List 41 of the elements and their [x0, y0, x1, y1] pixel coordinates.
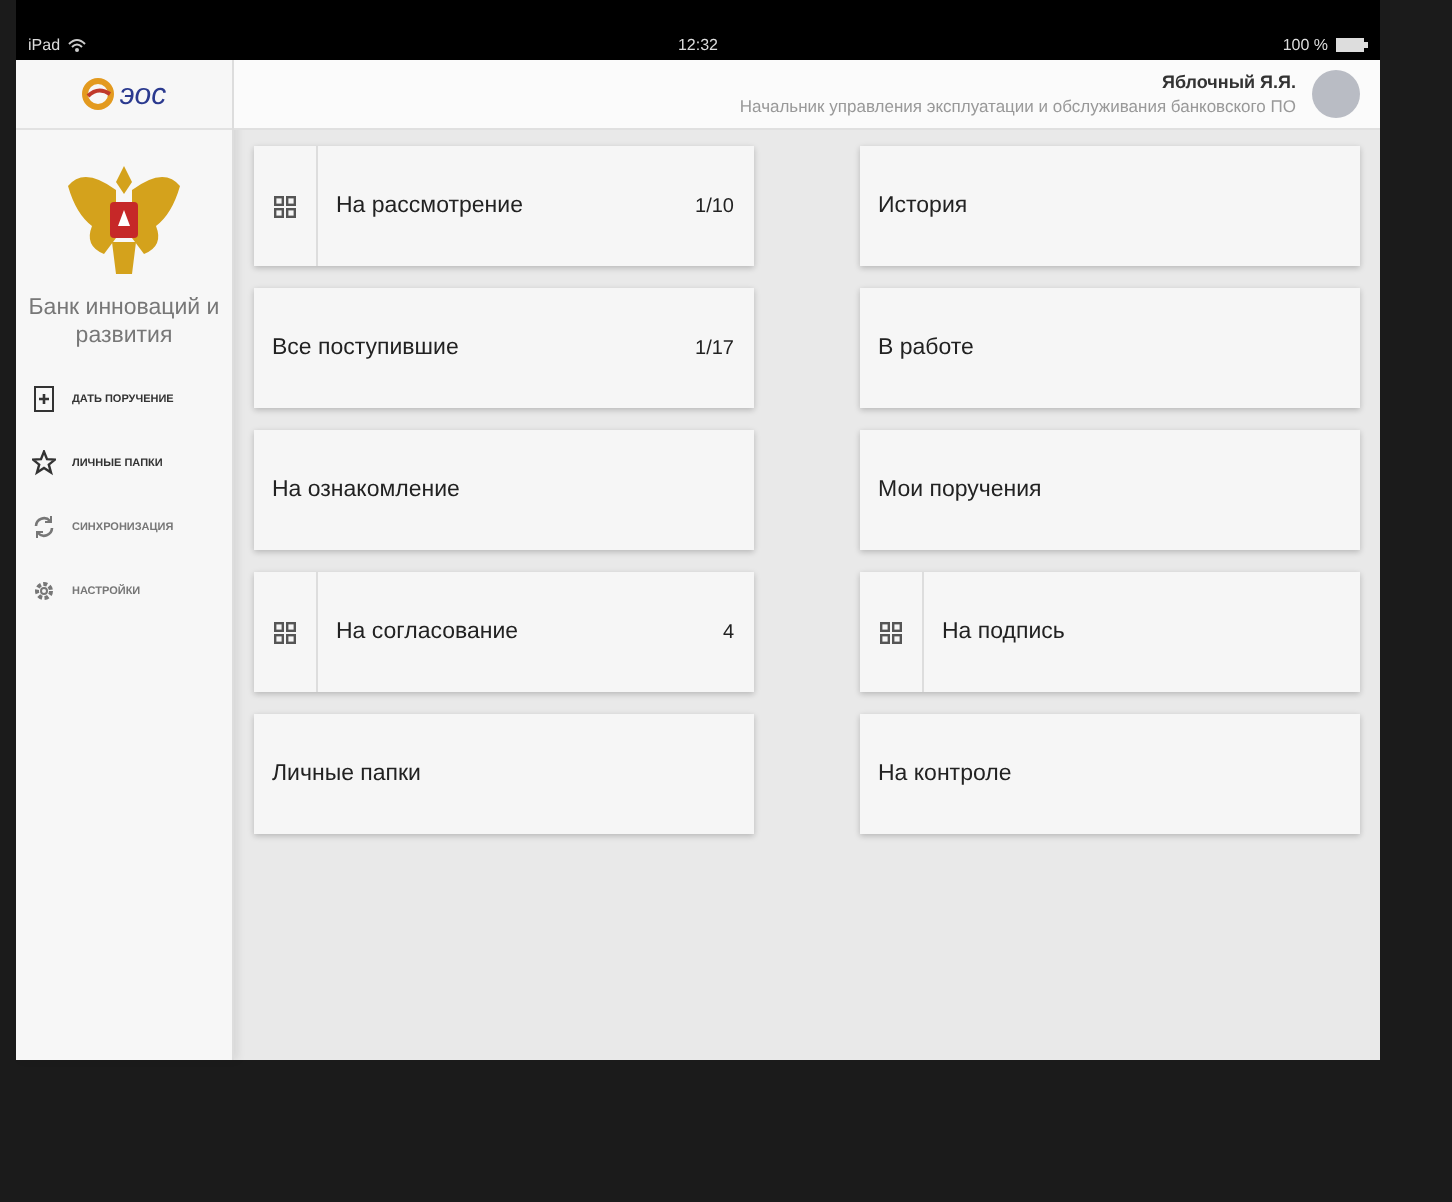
- tile-label: История: [876, 194, 970, 218]
- folder-tile[interactable]: На согласование 4: [254, 572, 754, 692]
- folder-tile[interactable]: На ознакомление: [254, 430, 754, 550]
- clock-time: 12:32: [677, 36, 719, 54]
- settings-icon: [32, 578, 56, 605]
- tile-label: На контроле: [876, 762, 1014, 786]
- tile-label: На подпись: [940, 620, 1067, 644]
- tile-count: 4: [722, 621, 734, 643]
- folder-tile[interactable]: Все поступившие 1/17: [254, 288, 754, 408]
- tile-label: В работе: [876, 336, 976, 360]
- star-icon: [32, 450, 56, 477]
- battery-percent: 100 %: [1282, 36, 1328, 54]
- folder-tile[interactable]: На рассмотрение 1/10: [254, 146, 754, 266]
- grid-icon: [880, 621, 902, 643]
- add-document-icon: [32, 386, 56, 413]
- folder-tile[interactable]: В работе: [860, 288, 1360, 408]
- tile-label: На согласование: [334, 620, 521, 644]
- sync-icon: [32, 514, 56, 541]
- user-name: Яблочный Я.Я.: [1162, 72, 1296, 92]
- tile-label: На рассмотрение: [334, 194, 525, 218]
- tile-label: Личные папки: [270, 762, 423, 786]
- folder-tile[interactable]: История: [860, 146, 1360, 266]
- folder-tile[interactable]: На контроле: [860, 714, 1360, 834]
- device-name: iPad: [28, 36, 61, 54]
- tile-count: 1/17: [695, 337, 734, 359]
- tile-label: Все поступившие: [270, 336, 461, 360]
- wifi-icon: [68, 38, 87, 52]
- organization-name: Банк инноваций и развития: [28, 296, 220, 349]
- tile-label: На ознакомление: [270, 478, 462, 502]
- battery-icon: [1336, 38, 1368, 52]
- tile-count: 1/10: [695, 195, 734, 217]
- tile-label: Мои поручения: [876, 478, 1044, 502]
- folder-tile[interactable]: Мои поручения: [860, 430, 1360, 550]
- user-position: Начальник управления эксплуатации и обслуживания банковского ПО: [739, 96, 1296, 116]
- logo-swirl-icon: [81, 78, 114, 110]
- avatar: [1312, 70, 1360, 118]
- folder-tile[interactable]: Личные папки: [254, 714, 754, 834]
- grid-icon: [274, 621, 296, 643]
- folder-tile[interactable]: На подпись: [860, 572, 1360, 692]
- logo-text: эос: [119, 77, 167, 111]
- grid-icon: [274, 195, 296, 217]
